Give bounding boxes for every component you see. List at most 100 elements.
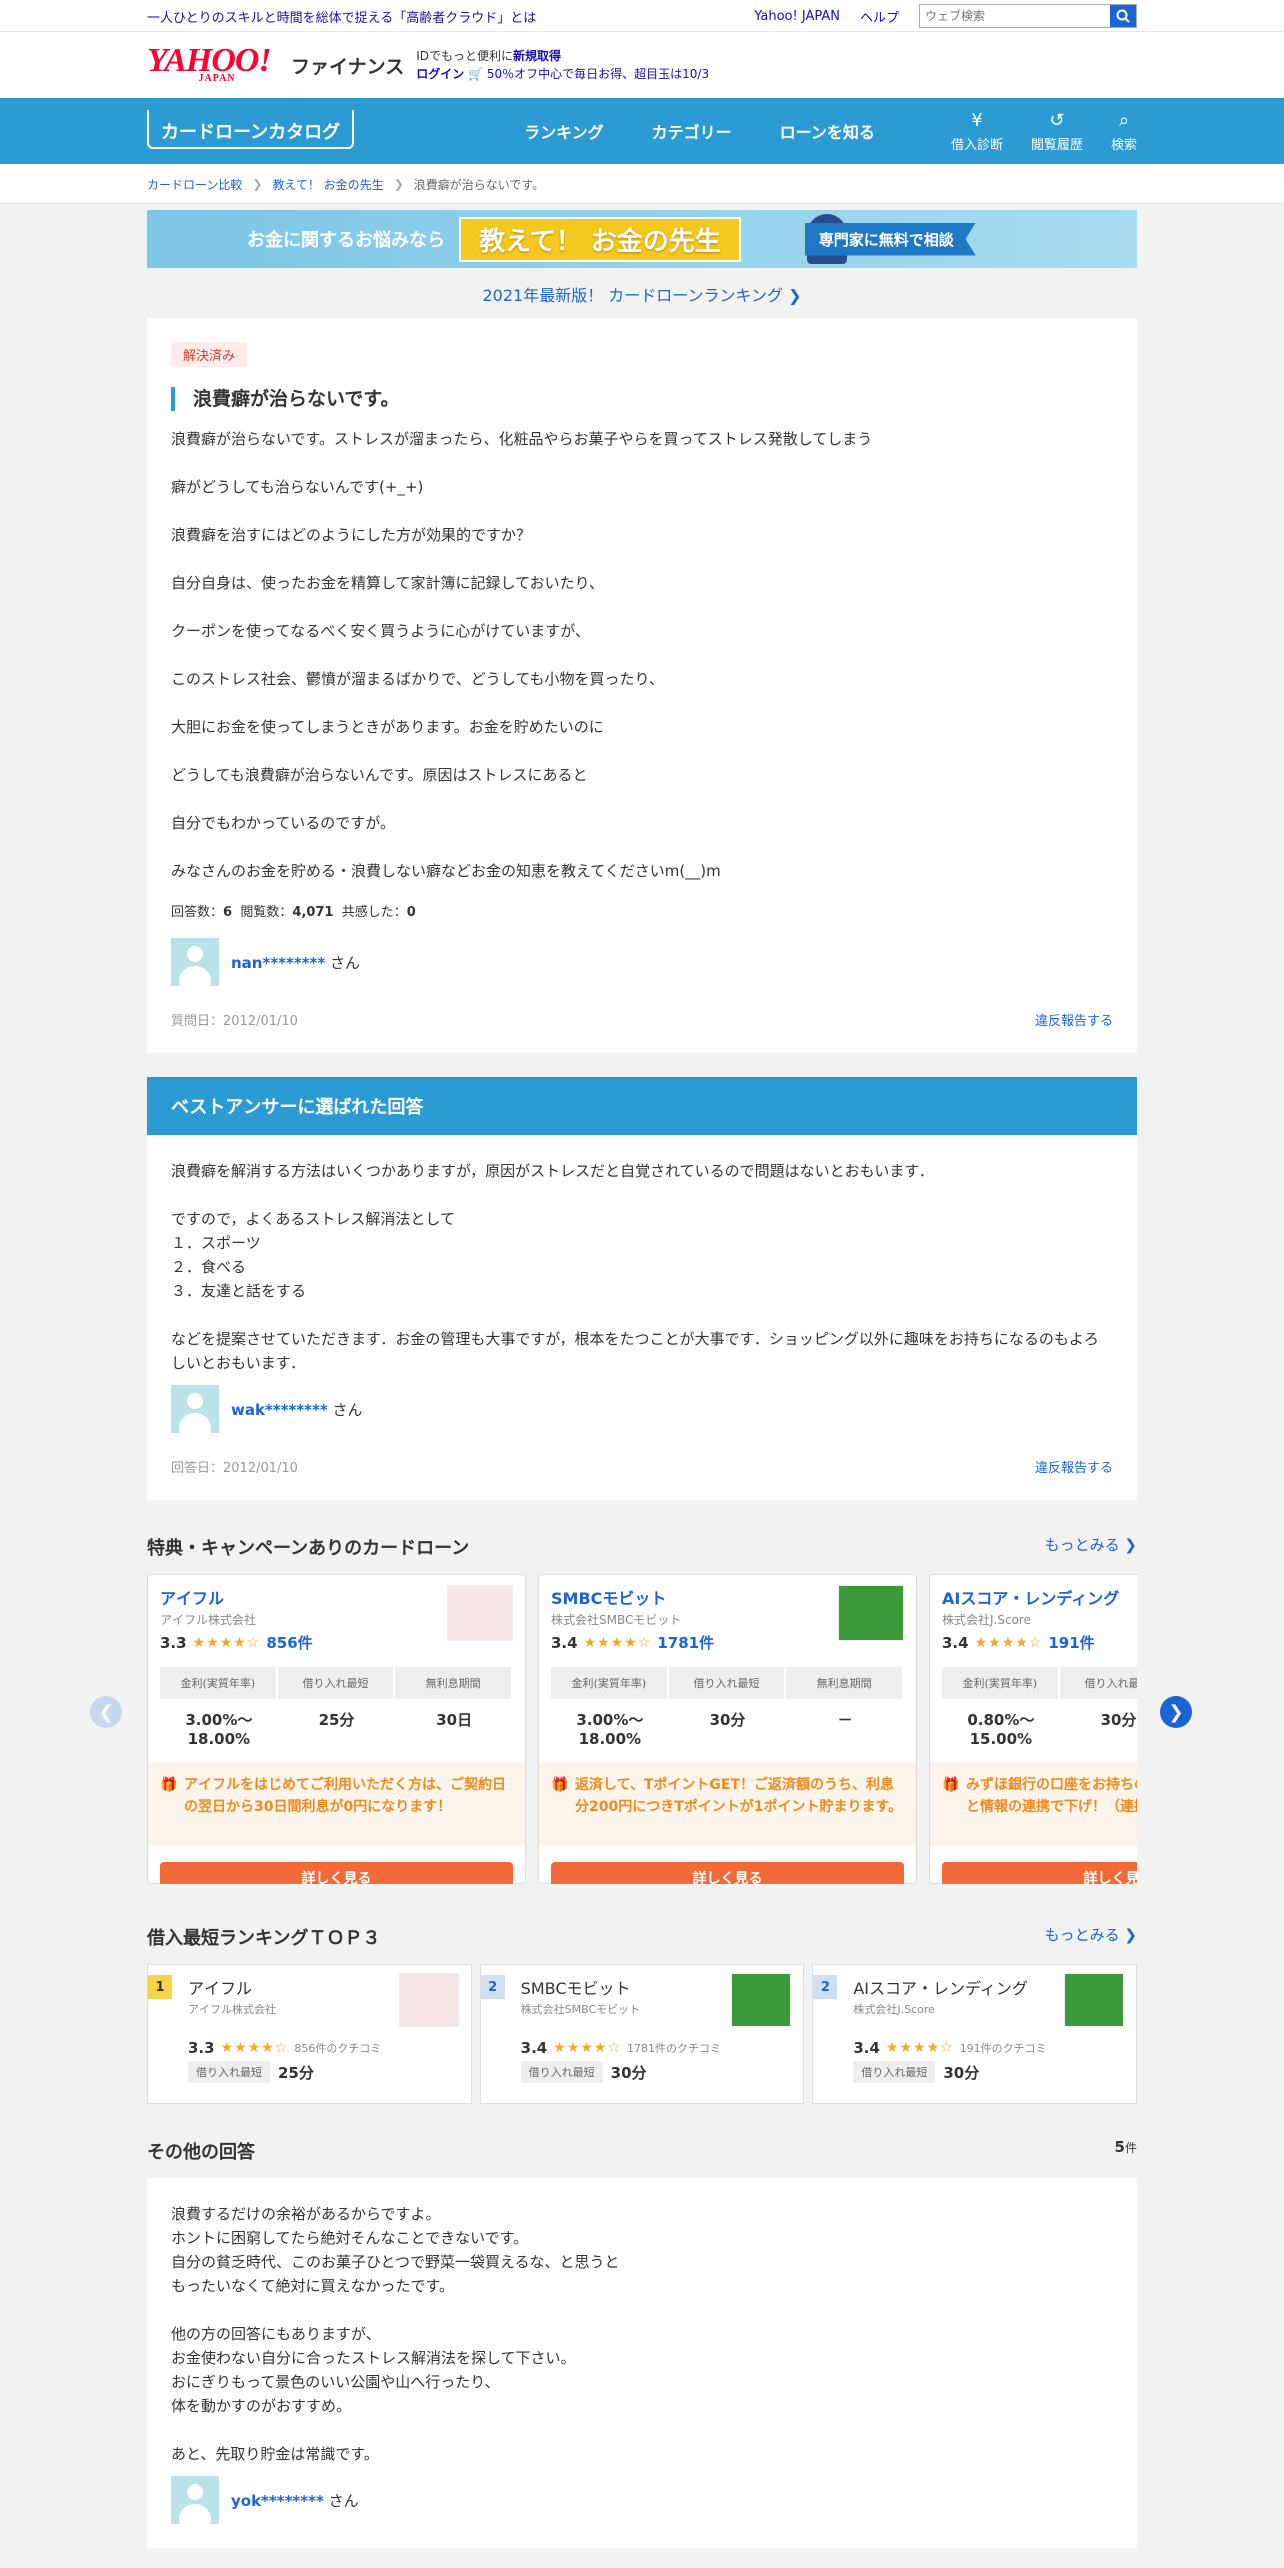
- answer-line: [171, 1303, 1113, 1327]
- question-paragraph: 浪費癖が治らないです。ストレスが溜まったら、化粧品やらお菓子やらを買ってストレス…: [171, 430, 873, 448]
- nav-learn-loans[interactable]: ローンを知る: [780, 119, 875, 143]
- spec-value: 30分: [709, 1711, 746, 1729]
- ranking-item[interactable]: 1 アイフル アイフル株式会社 3.3 ★★★★☆ 856件のクチコミ 借り入れ最短 25分: [147, 1964, 472, 2104]
- avatar: [171, 1385, 219, 1433]
- chevron-right-icon: ❯: [393, 177, 404, 191]
- loan-thumbnail: [731, 1973, 792, 2027]
- promo-link[interactable]: 一人ひとりのスキルと時間を総体で捉える「高齢者クラウド」とは: [147, 7, 734, 26]
- card-loan-catalog-logo[interactable]: カードローンカタログ: [147, 109, 355, 149]
- answer-line: ２．食べる: [171, 1258, 247, 1276]
- speed-value: 25分: [278, 2063, 314, 2082]
- nav-search[interactable]: ⌕ 検索: [1111, 110, 1137, 153]
- spec-value: 25分: [318, 1711, 355, 1729]
- answerer-name[interactable]: wak********: [231, 1401, 328, 1419]
- spec-col: 借り入れ最短 25分: [277, 1667, 396, 1758]
- yahoo-japan-link[interactable]: Yahoo! JAPAN: [754, 9, 840, 24]
- web-search-input[interactable]: [920, 5, 1110, 27]
- login-link[interactable]: ログイン: [416, 67, 464, 81]
- campaign-more-link[interactable]: もっとみる ❯: [1045, 1534, 1137, 1560]
- top3-more-link[interactable]: もっとみる ❯: [1045, 1924, 1137, 1950]
- answer-line: [171, 1183, 1113, 1207]
- nav-category[interactable]: カテゴリー: [652, 119, 732, 143]
- best-answer-body: 浪費癖を解消する方法はいくつかありますが，原因がストレスだと自覚されているので問…: [171, 1159, 1113, 1375]
- star-icons: ★★★★☆: [885, 2040, 954, 2056]
- spec-value: －: [837, 1711, 853, 1729]
- spec-header: 借り入れ最短: [277, 1667, 396, 1699]
- top3-list: 1 アイフル アイフル株式会社 3.3 ★★★★☆ 856件のクチコミ 借り入れ最短 25分 2…: [147, 1964, 1138, 2104]
- help-link[interactable]: ヘルプ: [860, 7, 899, 26]
- loan-thumbnail: [447, 1585, 513, 1641]
- nav-history[interactable]: ↺ 閲覧履歴: [1031, 110, 1083, 153]
- avatar: [171, 938, 219, 986]
- review-count: 1781件のクチコミ: [627, 2042, 722, 2055]
- star-icons: ★★★★☆: [220, 2040, 289, 2056]
- speed-label: 借り入れ最短: [520, 2061, 603, 2083]
- question-paragraph: どうしても浪費癖が治らないんです。原因はストレスにあると: [171, 766, 588, 784]
- carousel-next-button[interactable]: ❯: [1160, 1696, 1192, 1728]
- shopping-promo[interactable]: 50％オフ中心で毎日お得、超目玉は10/3: [487, 67, 709, 81]
- report-link[interactable]: 違反報告する: [1035, 1010, 1113, 1029]
- review-count[interactable]: 856件: [266, 1632, 312, 1653]
- review-count: 191件のクチコミ: [959, 2042, 1047, 2055]
- loan-thumbnail: [838, 1585, 904, 1641]
- question-date: 質問日：2012/01/10: [171, 1014, 298, 1029]
- breadcrumb-card-loan[interactable]: カードローン比較: [147, 176, 242, 193]
- answer-line: お金使わない自分に合ったストレス解消法を探して下さい。: [171, 2349, 576, 2367]
- history-icon: ↺: [1049, 109, 1065, 131]
- answer-line: 自分の貧乏時代、このお菓子ひとつで野菜一袋買えるな、と思うと: [171, 2253, 620, 2271]
- yahoo-logo[interactable]: YAHOO! JAPAN: [147, 44, 287, 84]
- details-button[interactable]: 詳しく見る公式サイトが開きます: [551, 1862, 904, 1884]
- register-link[interactable]: 新規取得: [513, 49, 561, 63]
- nav-loan-diagnosis[interactable]: ¥ 借入診断: [951, 110, 1003, 153]
- best-answer-card: 浪費癖を解消する方法はいくつかありますが，原因がストレスだと自覚されているので問…: [147, 1135, 1137, 1500]
- report-link[interactable]: 違反報告する: [1035, 1457, 1113, 1476]
- review-count[interactable]: 191件: [1048, 1632, 1094, 1653]
- nav-ranking[interactable]: ランキング: [524, 119, 604, 143]
- answerer-name[interactable]: yok********: [231, 2492, 324, 2510]
- rating: 3.4 ★★★★☆ 191件: [942, 1632, 1137, 1653]
- rating-value: 3.4: [551, 1633, 578, 1652]
- cart-icon: 🛒: [468, 67, 484, 81]
- question-body: 浪費癖が治らないです。ストレスが溜まったら、化粧品やらお菓子やらを買ってストレス…: [171, 427, 1113, 883]
- question-stats: 回答数：6 閲覧数：4,071 共感した：0: [171, 905, 416, 920]
- speed-label: 借り入れ最短: [188, 2061, 270, 2083]
- loan-spec-table: 金利(実質年率) 3.00%〜18.00% 借り入れ最短 30分 無利息期間 －: [551, 1667, 905, 1758]
- question-paragraph: このストレス社会、鬱憤が溜まるばかりで、どうしても小物を買ったり、: [171, 670, 664, 688]
- search-icon: ⌕: [1118, 109, 1130, 131]
- spec-header: 金利(実質年率): [942, 1667, 1060, 1699]
- details-button[interactable]: 詳しく見る公式サイトが開きます: [942, 1862, 1137, 1884]
- carousel-prev-button[interactable]: ❮: [90, 1696, 122, 1728]
- loan-card: アイフル アイフル株式会社 3.3 ★★★★☆ 856件 金利(実質年率) 3.00%〜18…: [147, 1574, 526, 1884]
- spec-col: 無利息期間 30日: [395, 1667, 514, 1758]
- login-info: IDでもっと便利に新規取得 ログイン 🛒 50％オフ中心で毎日お得、超目玉は10…: [416, 49, 710, 81]
- resolved-badge: 解決済み: [171, 342, 248, 367]
- rank-badge: 2: [813, 1975, 838, 1999]
- okane-sensei-banner[interactable]: お金に関するお悩みなら 教えて！ お金の先生 専門家に無料で相談: [147, 210, 1137, 268]
- ranking-link[interactable]: 2021年最新版！ カードローンランキング ❯: [482, 286, 801, 305]
- speed-value: 30分: [610, 2063, 647, 2082]
- breadcrumb-okane-sensei[interactable]: 教えて！ お金の先生: [272, 176, 383, 193]
- review-count[interactable]: 1781件: [657, 1632, 714, 1653]
- speed-row: 借り入れ最短 30分: [520, 2061, 792, 2083]
- speed-label: 借り入れ最短: [853, 2061, 936, 2083]
- ranking-item[interactable]: 2 SMBCモビット 株式会社SMBCモビット 3.4 ★★★★☆ 1781件のクチコミ借…: [479, 1964, 805, 2104]
- answer-line: ホントに困窮してたら絶対そんなことできないです。: [171, 2229, 529, 2247]
- answer-line: おにぎりもって景色のいい公園や山へ行ったり、: [171, 2373, 500, 2391]
- other-answers-count: 5件: [1114, 2138, 1137, 2156]
- loan-card: SMBCモビット 株式会社SMBCモビット 3.4 ★★★★☆ 1781件 金利(実質年率…: [538, 1574, 917, 1884]
- questioner-name[interactable]: nan********: [231, 954, 325, 972]
- search-button[interactable]: [1110, 5, 1136, 27]
- star-icons: ★★★★☆: [553, 2040, 622, 2056]
- spec-header: 無利息期間: [395, 1667, 514, 1699]
- yen-icon: ¥: [971, 109, 983, 131]
- spec-col: 借り入れ最短 30分: [668, 1667, 787, 1758]
- answer-line: ですので，よくあるストレス解消法として: [171, 1210, 455, 1228]
- spec-header: 無利息期間: [786, 1667, 905, 1699]
- answer-line: １．スポーツ: [171, 1234, 261, 1252]
- details-button[interactable]: 詳しく見る公式サイトが開きます: [160, 1862, 513, 1884]
- finance-label[interactable]: ファイナンス: [291, 52, 404, 79]
- loan-name[interactable]: AIスコア・レンディング: [942, 1585, 1137, 1609]
- rating: 3.3 ★★★★☆ 856件のクチコミ: [188, 2039, 459, 2057]
- spec-value: 30分: [1100, 1711, 1137, 1729]
- ranking-item[interactable]: 2 AIスコア・レンディング 株式会社J.Score 3.4 ★★★★☆ 191件のクチコ…: [812, 1964, 1138, 2104]
